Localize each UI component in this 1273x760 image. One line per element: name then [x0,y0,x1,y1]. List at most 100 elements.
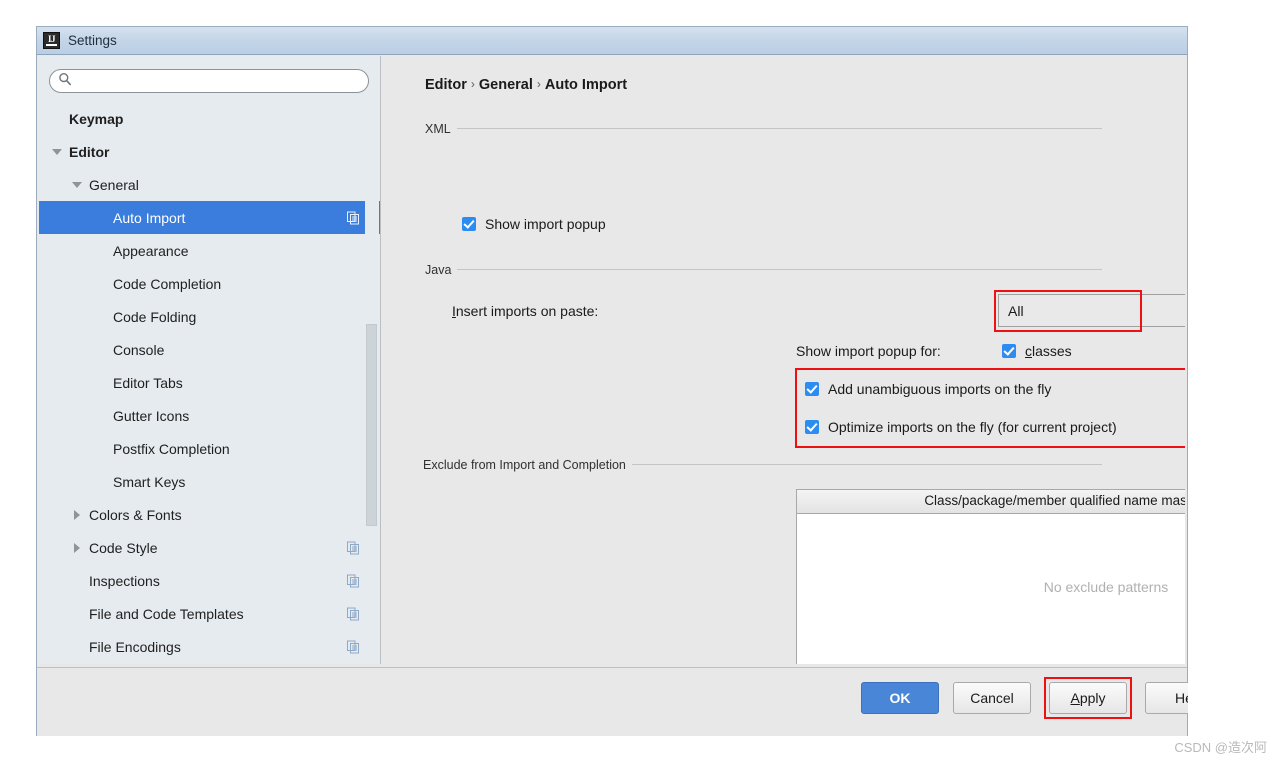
highlight-box-fly-imports [795,368,1185,448]
search-icon [58,72,72,91]
checkbox-box-icon[interactable] [805,420,819,434]
breadcrumb-separator-icon: › [470,77,475,91]
settings-tree: Keymap Editor General Auto Import Appearance… [39,102,380,664]
sidebar-item-editor[interactable]: Editor [39,135,380,168]
insert-imports-label: Insert imports on paste: [452,303,598,319]
breadcrumb-part-editor: Editor [425,77,467,93]
breadcrumb-part-general: General [478,77,533,93]
sidebar-item-code-style[interactable]: Code Style [39,531,380,564]
ok-button[interactable]: OK [861,682,939,714]
sidebar-item-auto-import[interactable]: Auto Import [39,201,380,234]
sidebar-item-label: Code Folding [113,308,197,325]
sidebar-item-file-and-code-templates[interactable]: File and Code Templates [39,597,380,630]
window-titlebar: IJ Settings [36,26,1188,55]
checkbox-label: classes [1025,343,1072,359]
copy-settings-icon[interactable] [347,640,359,653]
screenshot-root: IJ Settings Keymap Editor General Auto I… [0,0,1273,760]
insert-imports-on-paste-dropdown[interactable]: All [998,294,1185,327]
sidebar-item-label: General [89,176,139,193]
table-header-mask[interactable]: Class/package/member qualified name mask [797,490,1185,513]
chevron-right-icon[interactable] [71,508,84,521]
insert-imports-label-rest: nsert imports on paste: [455,303,599,319]
copy-settings-icon[interactable] [347,607,359,620]
sidebar-item-gutter-icons[interactable]: Gutter Icons [39,399,380,432]
checkbox-show-import-popup[interactable]: Show import popup [462,216,606,232]
viewport-right-crop [1188,0,1273,760]
search-input[interactable] [76,72,360,90]
sidebar-item-appearance[interactable]: Appearance [39,234,380,267]
checkbox-add-unambiguous-imports[interactable]: Add unambiguous imports on the fly [805,381,1051,397]
checkbox-label: Optimize imports on the fly (for current… [828,419,1117,435]
sidebar-item-label: Editor Tabs [113,374,183,391]
copy-settings-icon[interactable] [347,541,359,554]
sidebar-scrollbar-track[interactable] [365,102,379,664]
sidebar-item-label: Smart Keys [113,473,186,490]
table-empty-message: No exclude patterns [1043,579,1169,595]
breadcrumb-separator-icon: › [536,77,541,91]
chevron-right-icon[interactable] [71,541,84,554]
sidebar-item-label: Appearance [113,242,189,259]
apply-button[interactable]: Apply [1049,682,1127,714]
chevron-down-icon[interactable] [51,145,64,158]
apply-mnemonic: A [1070,690,1080,706]
cancel-button[interactable]: Cancel [953,682,1031,714]
checkbox-optimize-imports[interactable]: Optimize imports on the fly (for current… [805,419,1117,435]
group-title-java: Java [425,263,458,277]
group-rule-xml [457,128,1102,129]
group-title-exclude: Exclude from Import and Completion [423,458,632,472]
sidebar-item-editor-tabs[interactable]: Editor Tabs [39,366,380,399]
sidebar-item-keymap[interactable]: Keymap [39,102,380,135]
sidebar-item-code-completion[interactable]: Code Completion [39,267,380,300]
copy-settings-icon[interactable] [347,574,359,587]
sidebar-item-file-encodings[interactable]: File Encodings [39,630,380,663]
breadcrumb: Editor › General › Auto Import [425,77,627,93]
checkbox-box-icon[interactable] [1002,344,1016,358]
show-import-popup-for-label: Show import popup for: [796,343,941,359]
sidebar-item-label: Inspections [89,572,160,589]
sidebar-item-inspections[interactable]: Inspections [39,564,380,597]
group-rule-java [456,269,1102,270]
classes-mnemonic: c [1025,343,1032,359]
sidebar-item-console[interactable]: Console [39,333,380,366]
breadcrumb-part-auto-import: Auto Import [544,77,628,93]
sidebar-item-postfix-completion[interactable]: Postfix Completion [39,432,380,465]
checkbox-label: Show import popup [485,216,606,232]
sidebar-item-code-folding[interactable]: Code Folding [39,300,380,333]
sidebar-item-label: Postfix Completion [113,440,230,457]
settings-sidebar: Keymap Editor General Auto Import Appearance… [39,56,381,664]
sidebar-item-label: Auto Import [113,209,186,226]
sidebar-item-label: Code Completion [113,275,222,292]
settings-main-panel: Editor › General › Auto Import XML Show impo… [382,56,1185,664]
checkbox-label: Add unambiguous imports on the fly [828,381,1052,397]
sidebar-item-general[interactable]: General [39,168,380,201]
dialog-button-bar: OK Cancel Apply He [37,667,1223,736]
sidebar-item-label: Editor [69,143,110,160]
csdn-watermark: CSDN @造次阿 [1174,740,1267,755]
apply-label-rest: pply [1079,690,1106,706]
sidebar-item-label: File and Code Templates [89,605,244,622]
chevron-down-icon[interactable] [71,178,84,191]
sidebar-item-colors-fonts[interactable]: Colors & Fonts [39,498,380,531]
exclude-patterns-table[interactable]: Class/package/member qualified name mask… [796,489,1185,664]
window-title: Settings [68,33,117,48]
copy-settings-icon[interactable] [347,211,359,224]
sidebar-item-label: Colors & Fonts [89,506,182,523]
search-field-wrapper[interactable] [49,69,369,93]
checkbox-classes[interactable]: classes [1002,343,1072,359]
sidebar-item-smart-keys[interactable]: Smart Keys [39,465,380,498]
sidebar-item-label: Keymap [69,110,124,127]
viewport-bottom-crop [0,736,1273,760]
checkbox-box-icon[interactable] [462,217,476,231]
checkbox-box-icon[interactable] [805,382,819,396]
sidebar-scrollbar-thumb[interactable] [366,324,377,526]
